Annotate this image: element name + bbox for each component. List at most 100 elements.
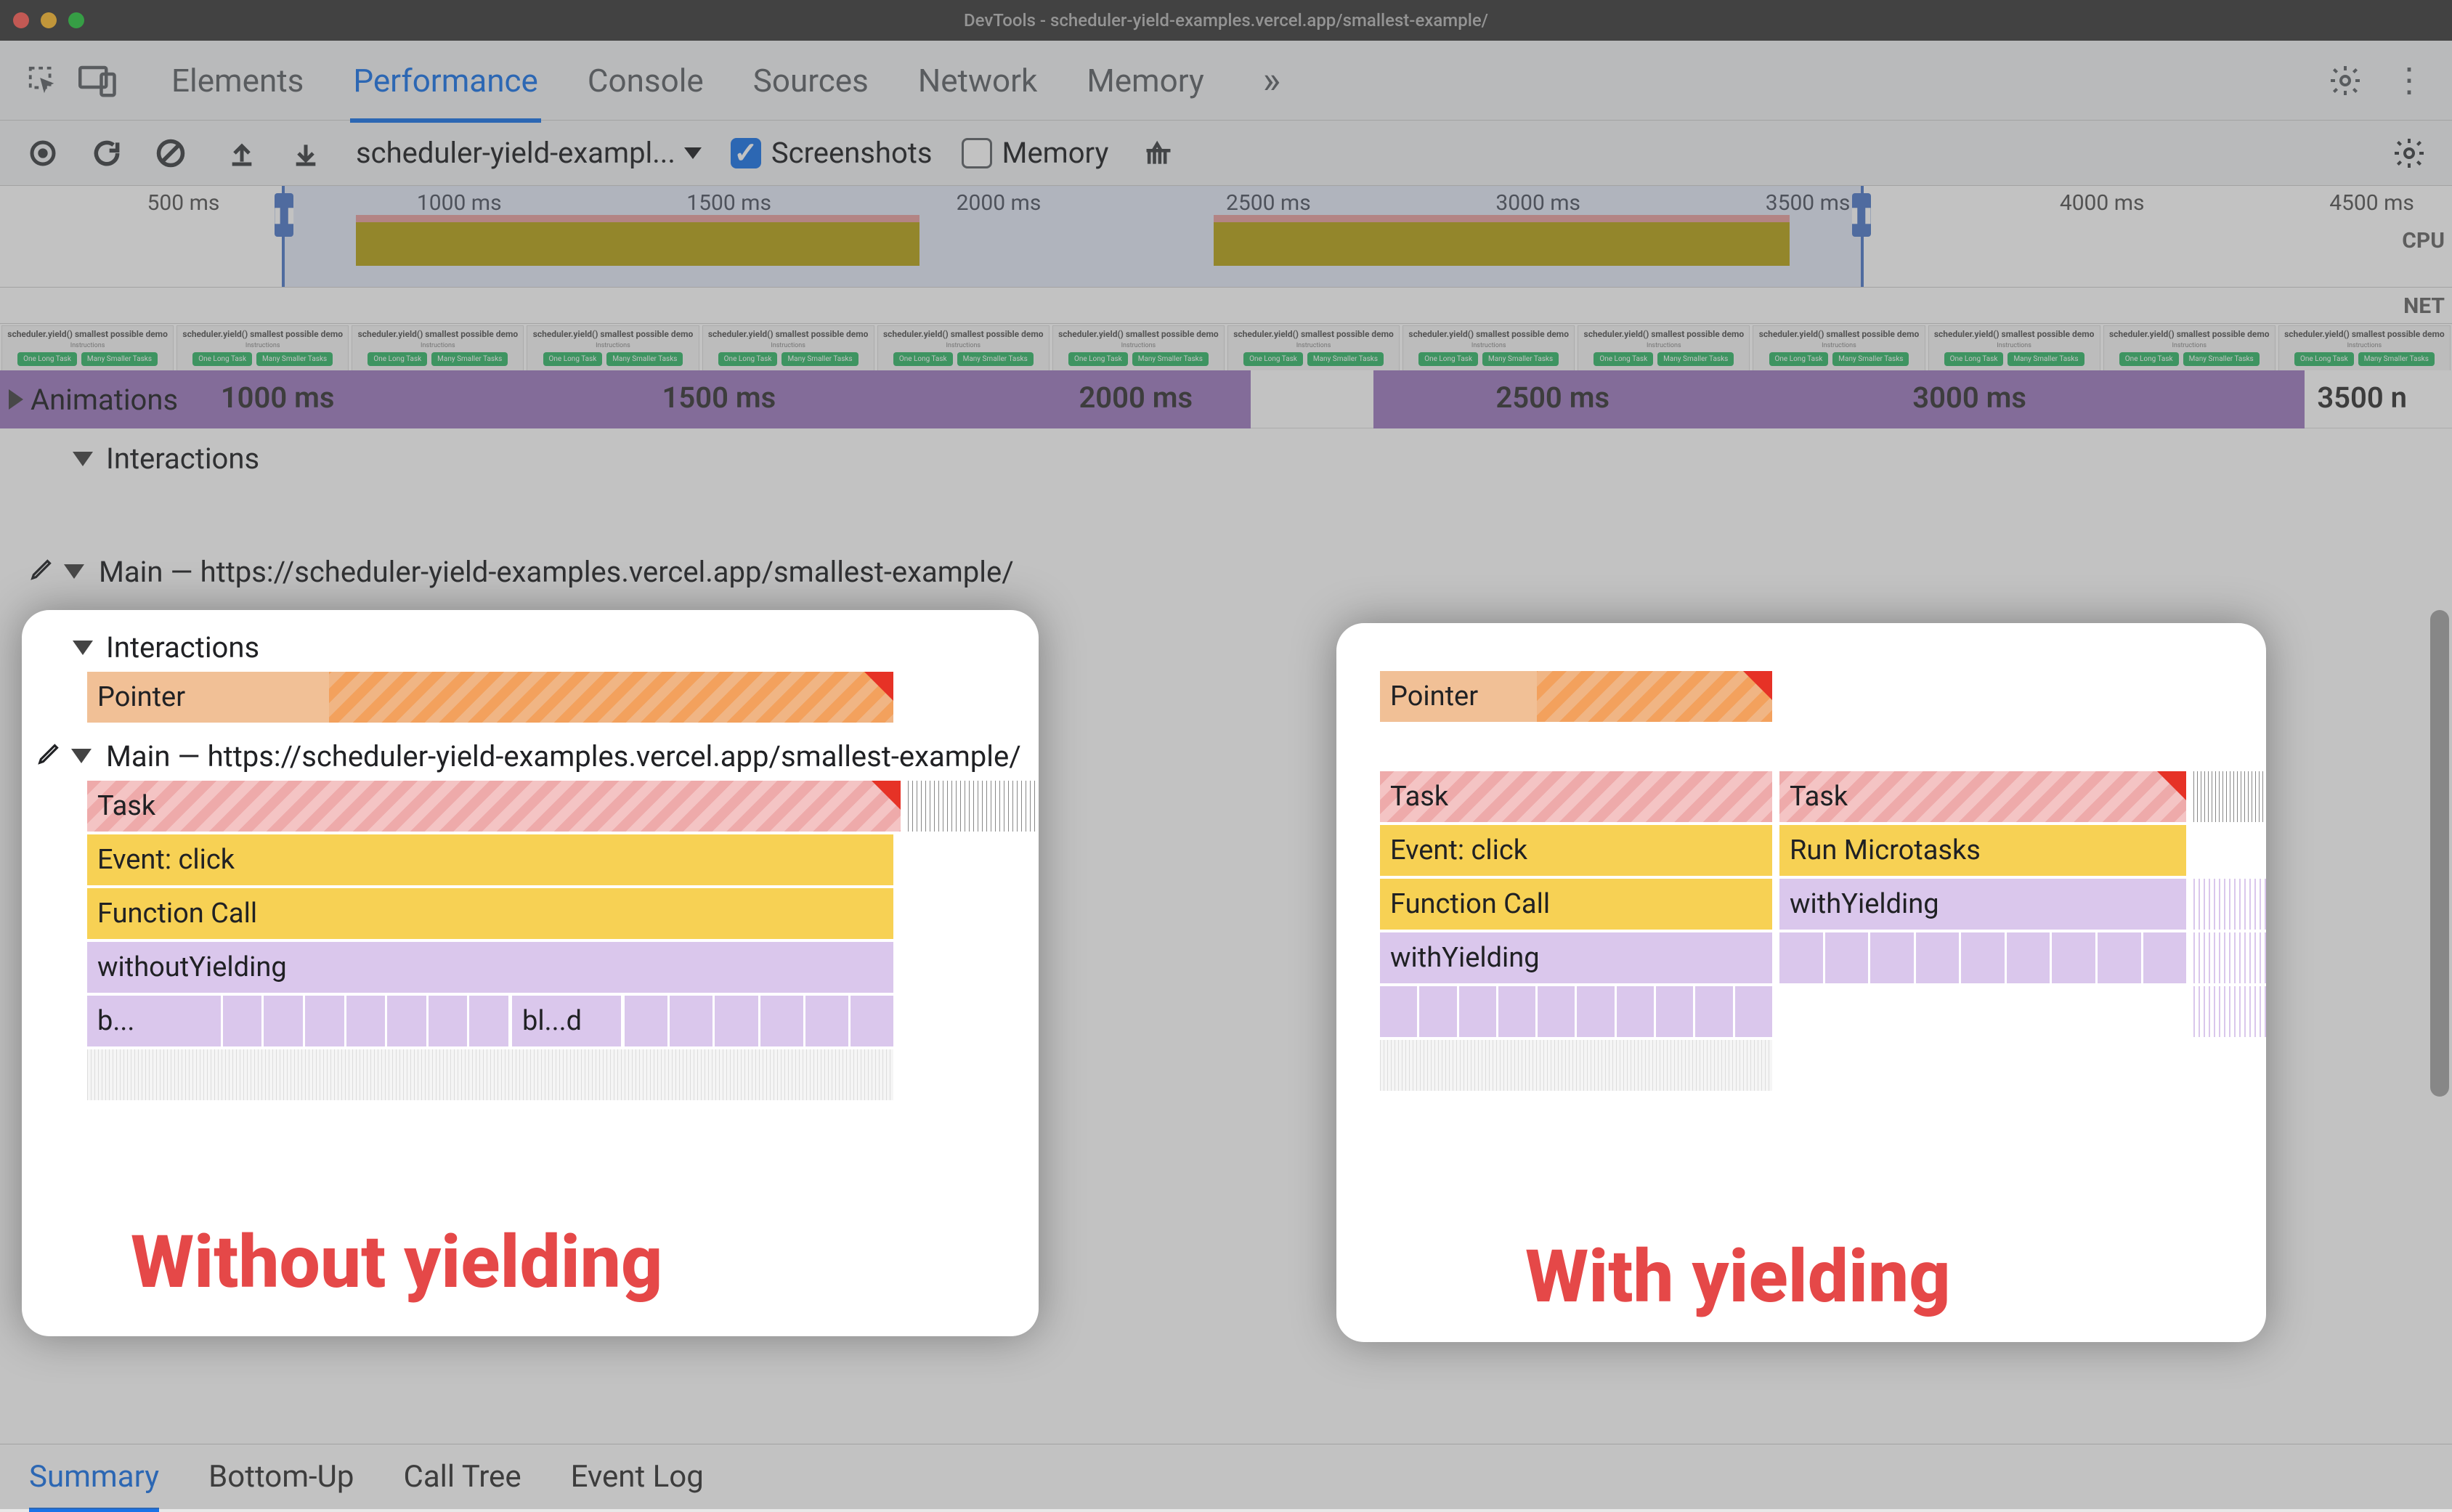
flame-run-microtasks[interactable]: Run Microtasks <box>1779 825 2186 876</box>
inspect-element-icon[interactable] <box>22 60 64 102</box>
tab-event-log[interactable]: Event Log <box>571 1444 704 1509</box>
memory-checkbox[interactable]: Memory <box>962 136 1109 170</box>
tab-bottom-up[interactable]: Bottom-Up <box>208 1444 354 1509</box>
tab-summary[interactable]: Summary <box>29 1444 159 1509</box>
thumb-title: scheduler.yield() smallest possible demo <box>883 329 1044 339</box>
thumb-btn-1: One Long Task <box>2119 352 2179 366</box>
thumb-btn-2: Many Smaller Tasks <box>431 352 508 366</box>
ruler-tick: 1000 ms <box>221 381 335 415</box>
thumb-instructions: Instructions <box>1296 342 1331 349</box>
profile-dropdown-label: scheduler-yield-exampl... <box>356 136 675 170</box>
net-track: NET <box>0 288 2452 324</box>
flame-system-row[interactable] <box>1380 1040 1772 1091</box>
flame-task[interactable]: Task <box>1380 771 1772 822</box>
thumb-btn-1: One Long Task <box>1944 352 2004 366</box>
overview-tick: 4000 ms <box>2060 190 2145 216</box>
flame-event-click[interactable]: Event: click <box>1380 825 1772 876</box>
settings-gear-icon[interactable] <box>2324 60 2366 102</box>
thumb-title: scheduler.yield() smallest possible demo <box>1058 329 1219 339</box>
chevron-down-icon <box>73 452 93 466</box>
thumb-btn-2: Many Smaller Tasks <box>1482 352 1559 366</box>
thumb-btn-1: One Long Task <box>1243 352 1303 366</box>
record-icon[interactable] <box>22 132 64 174</box>
flame-purple-slivers <box>2193 986 2266 1037</box>
thumb-btn-1: One Long Task <box>1418 352 1478 366</box>
chevron-down-icon <box>73 641 93 655</box>
flame-function-call[interactable]: Function Call <box>87 888 893 939</box>
tab-elements[interactable]: Elements <box>169 40 306 121</box>
flame-task[interactable]: Task <box>87 781 901 832</box>
ruler-tick: 2000 ms <box>1079 381 1193 415</box>
flame-system-row[interactable] <box>87 1049 893 1100</box>
thumb-btn-2: Many Smaller Tasks <box>256 352 333 366</box>
panel-settings-gear-icon[interactable] <box>2388 132 2430 174</box>
tab-call-tree[interactable]: Call Tree <box>403 1444 521 1509</box>
thumb-btn-2: Many Smaller Tasks <box>606 352 683 366</box>
thumb-btn-2: Many Smaller Tasks <box>2358 352 2435 366</box>
flame-event-click[interactable]: Event: click <box>87 834 893 885</box>
clear-icon[interactable] <box>150 132 192 174</box>
fullscreen-window-icon[interactable] <box>68 12 84 28</box>
thumb-btn-2: Many Smaller Tasks <box>1307 352 1384 366</box>
minimize-window-icon[interactable] <box>41 12 57 28</box>
cpu-activity-block <box>356 222 920 266</box>
edit-pencil-icon[interactable] <box>29 554 57 589</box>
more-tabs-icon[interactable]: » <box>1251 60 1293 102</box>
tab-console[interactable]: Console <box>585 40 707 121</box>
flame-block-trunc[interactable]: b... <box>87 996 182 1046</box>
thumb-title: scheduler.yield() smallest possible demo <box>358 329 519 339</box>
main-tabs: Elements Performance Console Sources Net… <box>169 40 2311 121</box>
tab-sources[interactable]: Sources <box>750 40 872 121</box>
net-track-label: NET <box>2403 293 2445 319</box>
flame-pointer[interactable]: Pointer <box>1380 671 1772 722</box>
thumb-btn-1: One Long Task <box>1769 352 1829 366</box>
animations-track-1[interactable]: Animations <box>0 370 1251 428</box>
ruler-tick: 1500 ms <box>662 381 776 415</box>
flame-function-call[interactable]: Function Call <box>1380 879 1772 930</box>
upload-profile-icon[interactable] <box>221 132 263 174</box>
thumb-instructions: Instructions <box>2172 342 2207 349</box>
download-profile-icon[interactable] <box>285 132 327 174</box>
profile-dropdown[interactable]: scheduler-yield-exampl... <box>356 136 702 170</box>
flame-with-yielding[interactable]: withYielding <box>1380 932 1772 983</box>
thumb-instructions: Instructions <box>1647 342 1681 349</box>
animations-label: Animations <box>31 383 178 417</box>
main-thread-header[interactable]: Main — https://scheduler-yield-examples.… <box>0 541 2452 596</box>
thumb-instructions: Instructions <box>771 342 805 349</box>
flame-with-yielding[interactable]: withYielding <box>1779 879 2186 930</box>
thumb-btn-2: Many Smaller Tasks <box>2008 352 2084 366</box>
expand-right-icon <box>9 389 23 410</box>
flame-label: Task <box>1790 781 1848 813</box>
screenshots-checkbox[interactable]: ✓ Screenshots <box>731 136 933 170</box>
vertical-scrollbar-thumb[interactable] <box>2430 610 2449 1097</box>
close-window-icon[interactable] <box>13 12 29 28</box>
flame-task[interactable]: Task <box>1779 771 2186 822</box>
tab-memory[interactable]: Memory <box>1084 40 1207 121</box>
tab-performance[interactable]: Performance <box>350 40 541 121</box>
interactions-header[interactable]: Interactions <box>22 617 1039 672</box>
flame-block-trunc2[interactable]: bl...d <box>512 996 621 1046</box>
window-titlebar: DevTools - scheduler-yield-examples.verc… <box>0 0 2452 41</box>
thumb-btn-2: Many Smaller Tasks <box>1832 352 1909 366</box>
red-corner-icon <box>864 672 893 701</box>
edit-pencil-icon[interactable] <box>36 739 64 773</box>
device-toolbar-icon[interactable] <box>77 60 119 102</box>
ruler-tick: 3500 n <box>2317 381 2407 415</box>
tab-network[interactable]: Network <box>915 40 1040 121</box>
thumb-btn-1: One Long Task <box>368 352 427 366</box>
overview-timeline[interactable]: 500 ms1000 ms1500 ms2000 ms2500 ms3000 m… <box>0 186 2452 288</box>
chevron-down-icon <box>71 749 92 763</box>
flame-pointer[interactable]: Pointer <box>87 672 893 723</box>
reload-record-icon[interactable] <box>86 132 128 174</box>
kebab-menu-icon[interactable]: ⋮ <box>2388 60 2430 102</box>
thumb-title: scheduler.yield() smallest possible demo <box>708 329 869 339</box>
thumb-instructions: Instructions <box>946 342 981 349</box>
overview-tick: 500 ms <box>147 190 220 216</box>
thumb-btn-1: One Long Task <box>718 352 778 366</box>
main-thread-header[interactable]: Main — https://scheduler-yield-examples.… <box>22 725 1039 781</box>
thumb-btn-2: Many Smaller Tasks <box>1657 352 1734 366</box>
interactions-header[interactable]: Interactions <box>0 428 2452 483</box>
flame-without-yielding[interactable]: withoutYielding <box>87 942 893 993</box>
collect-garbage-icon[interactable] <box>1137 132 1180 174</box>
thumb-btn-2: Many Smaller Tasks <box>1132 352 1209 366</box>
